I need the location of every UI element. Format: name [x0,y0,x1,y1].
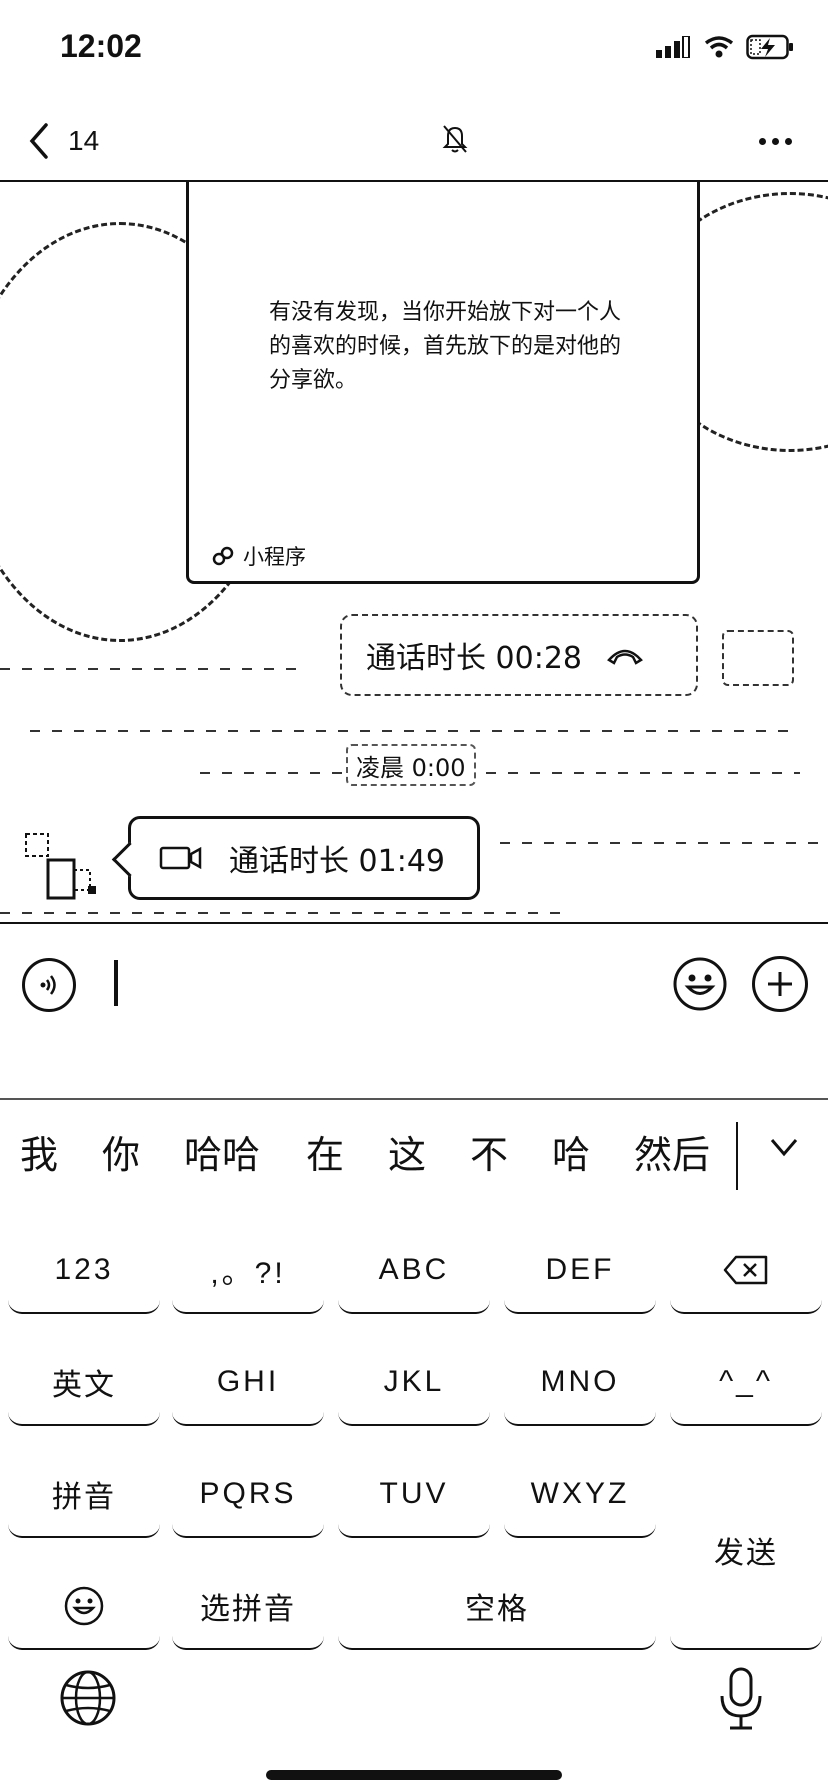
space-key[interactable]: 空格 [338,1564,656,1650]
key-pinyin[interactable]: 拼音 [8,1452,160,1538]
mini-program-text: 有没有发现，当你开始放下对一个人的喜欢的时候，首先放下的是对他的分享欲。 [269,300,622,393]
candidate-word[interactable]: 哈哈 [184,1124,260,1179]
mini-program-label: 小程序 [243,545,306,569]
key-english[interactable]: 英文 [8,1340,160,1426]
key-def[interactable]: DEF [504,1228,656,1314]
more-functions-button[interactable] [752,956,808,1012]
key-mno[interactable]: MNO [504,1340,656,1426]
call-duration-label: 通话时长 00:28 [366,641,582,676]
background-decoration [0,912,560,914]
outgoing-call-bubble[interactable]: 通话时长 00:28 [340,614,698,696]
signal-icon [656,36,690,58]
text-input-caret[interactable] [114,960,118,1006]
mini-program-icon [212,546,234,566]
battery-charging-icon [746,34,793,60]
candidate-word[interactable]: 这 [388,1124,426,1179]
candidate-word[interactable]: 哈 [552,1124,590,1179]
smiley-icon [64,1586,104,1626]
key-jkl[interactable]: JKL [338,1340,490,1426]
chevron-down-icon [770,1139,798,1157]
wifi-icon [704,36,734,58]
chevron-left-icon [29,123,48,159]
status-bar: 12:02 [0,0,828,100]
more-options-button[interactable] [750,118,800,164]
background-decoration [0,668,300,670]
voice-wave-icon [40,975,56,995]
voice-input-button[interactable] [22,958,76,1012]
send-key[interactable]: 发送 [670,1452,822,1650]
key-punctuation[interactable]: ,。?! [172,1228,324,1314]
call-duration-label: 通话时长 01:49 [229,844,445,879]
collapse-keyboard-button[interactable] [764,1128,804,1168]
candidate-word[interactable]: 你 [102,1124,140,1179]
chat-nav-bar: 14 [0,100,828,182]
smiley-icon [673,957,727,1011]
ime-keyboard: 我 你 哈哈 在 这 不 哈 然后 123 ,。?! ABC DEF 英文 GH… [0,1098,828,1792]
phone-hangup-icon [607,649,643,665]
more-dot-icon [758,137,766,145]
microphone-icon[interactable] [716,1666,766,1732]
home-indicator[interactable] [266,1770,562,1780]
key-tuv[interactable]: TUV [338,1452,490,1538]
background-decoration [500,842,820,844]
background-decoration [200,772,800,774]
background-decoration [30,730,790,732]
candidate-word[interactable]: 我 [20,1124,58,1179]
candidate-divider [736,1122,738,1190]
candidate-bar: 我 你 哈哈 在 这 不 哈 然后 [0,1110,828,1194]
candidate-word[interactable]: 不 [470,1124,508,1179]
more-dot-icon [784,137,792,145]
candidate-word[interactable]: 然后 [634,1124,710,1179]
status-icons [656,34,794,60]
status-time: 12:02 [60,28,142,64]
mute-bell-icon [440,122,470,160]
chat-message-list[interactable]: 有没有发现，当你开始放下对一个人的喜欢的时候，首先放下的是对他的分享欲。 小程序… [0,182,828,922]
key-emoji[interactable] [8,1564,160,1650]
key-emoticon[interactable]: ^_^ [670,1340,822,1426]
emoji-button[interactable] [672,956,728,1012]
back-button[interactable]: 14 [28,118,138,164]
mini-program-footer: 小程序 [211,541,306,571]
globe-icon[interactable] [58,1668,118,1728]
key-abc[interactable]: ABC [338,1228,490,1314]
unread-count: 14 [68,125,100,156]
my-avatar[interactable] [722,630,794,686]
key-pqrs[interactable]: PQRS [172,1452,324,1538]
more-dot-icon [771,137,779,145]
message-input-bar [0,922,828,1098]
key-123[interactable]: 123 [8,1228,160,1314]
backspace-icon [723,1255,768,1285]
key-ghi[interactable]: GHI [172,1340,324,1426]
mini-program-card[interactable]: 有没有发现，当你开始放下对一个人的喜欢的时候，首先放下的是对他的分享欲。 小程序 [186,182,700,584]
key-select-pinyin[interactable]: 选拼音 [172,1564,324,1650]
backspace-key[interactable] [670,1228,822,1314]
key-wxyz[interactable]: WXYZ [504,1452,656,1538]
contact-avatar[interactable] [22,828,108,908]
candidate-word[interactable]: 在 [306,1124,344,1179]
plus-icon [768,972,792,996]
incoming-video-call-bubble[interactable]: 通话时长 01:49 [128,816,480,900]
video-camera-icon [159,846,202,870]
message-timestamp: 凌晨 0:00 [346,744,476,786]
